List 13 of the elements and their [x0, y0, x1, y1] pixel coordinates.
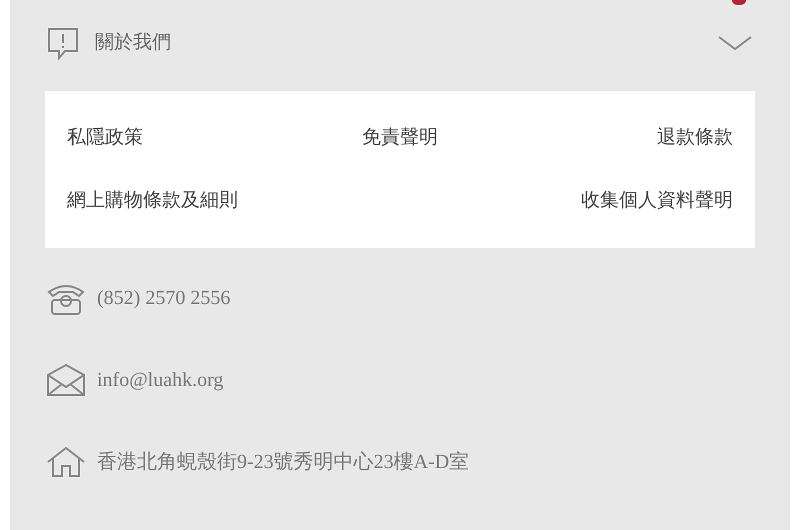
- contact-text: info@luahk.org: [97, 368, 224, 393]
- footer-link[interactable]: 退款條款: [657, 124, 733, 152]
- footer-link[interactable]: 免責聲明: [362, 124, 438, 152]
- contact-text: (852) 2570 2556: [97, 286, 230, 311]
- badge-icon: [732, 0, 746, 5]
- about-accordion-header[interactable]: 關於我們: [45, 0, 755, 70]
- envelope-icon: [46, 363, 86, 397]
- contact-text: 香港北角蜆殼街9-23號秀明中心23樓A-D室: [97, 450, 470, 475]
- footer-link[interactable]: 網上購物條款及細則: [67, 186, 238, 215]
- speech-bubble-icon: [45, 25, 81, 61]
- footer-link[interactable]: 收集個人資料聲明: [581, 186, 733, 215]
- footer-link[interactable]: 私隱政策: [67, 124, 143, 152]
- house-icon: [46, 446, 86, 478]
